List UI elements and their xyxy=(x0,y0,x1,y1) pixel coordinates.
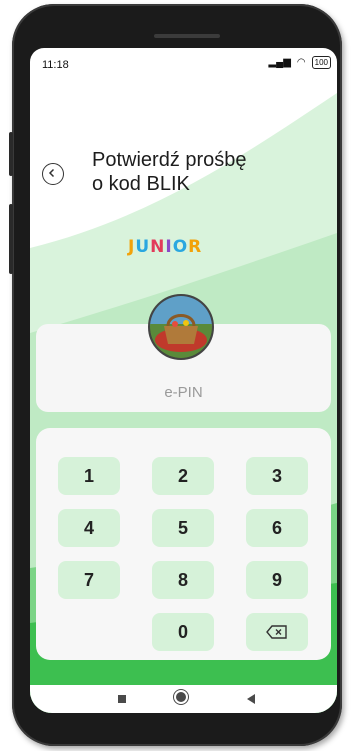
status-icons: ▂▄▆ ◠ 100 xyxy=(268,56,331,69)
key-3[interactable]: 3 xyxy=(246,457,308,495)
recent-apps-button[interactable] xyxy=(118,695,126,703)
system-nav-bar xyxy=(30,685,337,713)
backspace-icon xyxy=(266,625,287,639)
junior-logo: JUNIOR xyxy=(128,237,202,257)
logo-letter: U xyxy=(135,237,151,257)
avatar xyxy=(148,294,214,360)
picnic-basket-image xyxy=(150,296,212,358)
home-button[interactable] xyxy=(176,692,186,702)
speaker-grille xyxy=(154,34,220,38)
back-nav-button[interactable] xyxy=(246,693,256,705)
logo-letter: N xyxy=(150,237,166,257)
battery-icon: 100 xyxy=(311,56,331,69)
key-1[interactable]: 1 xyxy=(58,457,120,495)
title-line-2: o kod BLIK xyxy=(92,173,190,195)
key-0[interactable]: 0 xyxy=(152,613,214,651)
key-7[interactable]: 7 xyxy=(58,561,120,599)
status-bar: 11:18 ▂▄▆ ◠ 100 xyxy=(30,48,337,80)
logo-letter: R xyxy=(188,237,203,257)
logo-letter: O xyxy=(172,237,189,257)
phone-screen: 11:18 ▂▄▆ ◠ 100 Potwierdź prośbę o kod B… xyxy=(30,48,337,713)
power-button xyxy=(9,204,13,274)
key-8[interactable]: 8 xyxy=(152,561,214,599)
volume-button xyxy=(9,132,13,176)
key-2[interactable]: 2 xyxy=(152,457,214,495)
page-title: Potwierdź prośbę o kod BLIK xyxy=(92,148,312,196)
back-button[interactable] xyxy=(42,163,64,185)
key-4[interactable]: 4 xyxy=(58,509,120,547)
status-time: 11:18 xyxy=(42,59,69,71)
wifi-icon: ◠ xyxy=(296,57,306,68)
chevron-left-icon xyxy=(48,168,55,178)
key-5[interactable]: 5 xyxy=(152,509,214,547)
backspace-button[interactable] xyxy=(246,613,308,651)
key-6[interactable]: 6 xyxy=(246,509,308,547)
logo-letter: I xyxy=(165,237,173,257)
key-9[interactable]: 9 xyxy=(246,561,308,599)
title-line-1: Potwierdź prośbę xyxy=(92,149,247,171)
keypad: 1 2 3 4 5 6 7 8 9 0 xyxy=(36,428,331,660)
signal-icon: ▂▄▆ xyxy=(268,57,291,68)
epin-label: e-PIN xyxy=(164,384,203,401)
